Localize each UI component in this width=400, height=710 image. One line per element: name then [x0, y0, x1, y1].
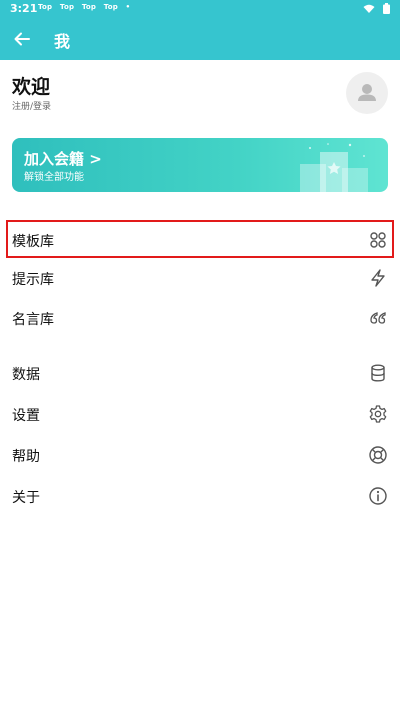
menu-item-label: 提示库 [12, 272, 54, 288]
page-title: 我 [54, 32, 71, 51]
menu-item-data[interactable]: 数据 [0, 353, 400, 393]
battery-icon [383, 3, 390, 14]
menu-item-label: 帮助 [12, 449, 40, 465]
highlight-box [6, 220, 394, 258]
membership-title: 加入会籍 > [24, 150, 102, 168]
back-arrow-icon[interactable] [12, 29, 32, 49]
menu-item-settings[interactable]: 设置 [0, 394, 400, 434]
menu-item-label: 设置 [12, 408, 40, 424]
notification-item: Top [81, 3, 97, 11]
app-bar: 我 [0, 18, 400, 60]
info-icon [369, 487, 387, 505]
gear-icon [369, 405, 387, 423]
wifi-icon [363, 4, 375, 13]
notification-item: Top [103, 3, 118, 11]
lifebuoy-icon [369, 446, 387, 464]
membership-banner[interactable]: 加入会籍 > 解锁全部功能 [12, 138, 388, 192]
podium-decoration-icon [300, 143, 368, 192]
membership-subtitle: 解锁全部功能 [24, 172, 84, 183]
menu-item-about[interactable]: 关于 [0, 476, 400, 516]
database-icon [371, 364, 385, 382]
avatar[interactable] [346, 72, 388, 114]
profile-section[interactable]: 欢迎 注册/登录 [0, 60, 400, 130]
notification-item: Top [59, 3, 75, 11]
menu-item-label: 名言库 [12, 312, 54, 328]
menu-item-label: 数据 [12, 367, 40, 383]
notification-item: Top [38, 3, 53, 11]
status-notifications: Top Top Top Top • [38, 3, 135, 11]
quote-icon [370, 312, 386, 324]
notification-dot: • [125, 3, 131, 11]
status-bar: 3:21 Top Top Top Top • [0, 0, 400, 18]
lightning-icon [371, 269, 385, 287]
status-system-icons [363, 3, 390, 14]
status-time: 3:21 [10, 2, 38, 15]
menu-item-label: 关于 [12, 490, 40, 506]
user-icon [358, 84, 376, 101]
menu-item-quotes[interactable]: 名言库 [0, 298, 400, 338]
menu-item-help[interactable]: 帮助 [0, 435, 400, 475]
welcome-heading: 欢迎 [12, 76, 51, 98]
register-login-link[interactable]: 注册/登录 [12, 99, 51, 112]
menu-item-prompts[interactable]: 提示库 [0, 258, 400, 298]
